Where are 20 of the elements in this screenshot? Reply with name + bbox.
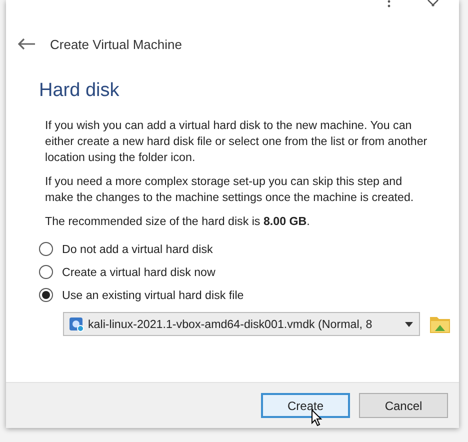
dialog-button[interactable]: Cancel — [359, 393, 448, 418]
close-icon[interactable] — [427, 0, 439, 8]
more-options-icon[interactable] — [387, 0, 391, 10]
wizard-title: Create Virtual Machine — [50, 36, 182, 52]
radio-button[interactable] — [39, 288, 53, 302]
radio-button[interactable] — [39, 265, 53, 279]
disk-dropdown[interactable]: kali-linux-2021.1-vbox-amd64-disk001.vmdk (Normal, 8 — [63, 312, 420, 336]
description-text: The recommended size of the hard disk is 8.00 GB. — [45, 214, 311, 230]
description-text: If you need a more complex storage set-up you can skip this step and make the changes to the machine settings once the machine is created. — [45, 174, 415, 206]
radio-label[interactable]: Create a virtual hard disk now — [62, 266, 216, 278]
folder-icon[interactable] — [429, 314, 451, 334]
mouse-pointer-icon — [311, 409, 323, 427]
back-arrow-icon[interactable] — [18, 38, 36, 50]
radio-label[interactable]: Do not add a virtual hard disk — [62, 242, 213, 256]
radio-button[interactable] — [39, 242, 53, 256]
dropdown-caret-icon — [405, 322, 413, 326]
page-heading: Hard disk — [39, 80, 120, 102]
radio-label[interactable]: Use an existing virtual hard disk file — [62, 288, 244, 302]
description-text: If you wish you can add a virtual hard disk to the new machine. You can either create a new hard disk file or select one from the list or from another location using the folder icon. — [45, 118, 428, 166]
dialog-button[interactable]: Create — [261, 393, 350, 418]
